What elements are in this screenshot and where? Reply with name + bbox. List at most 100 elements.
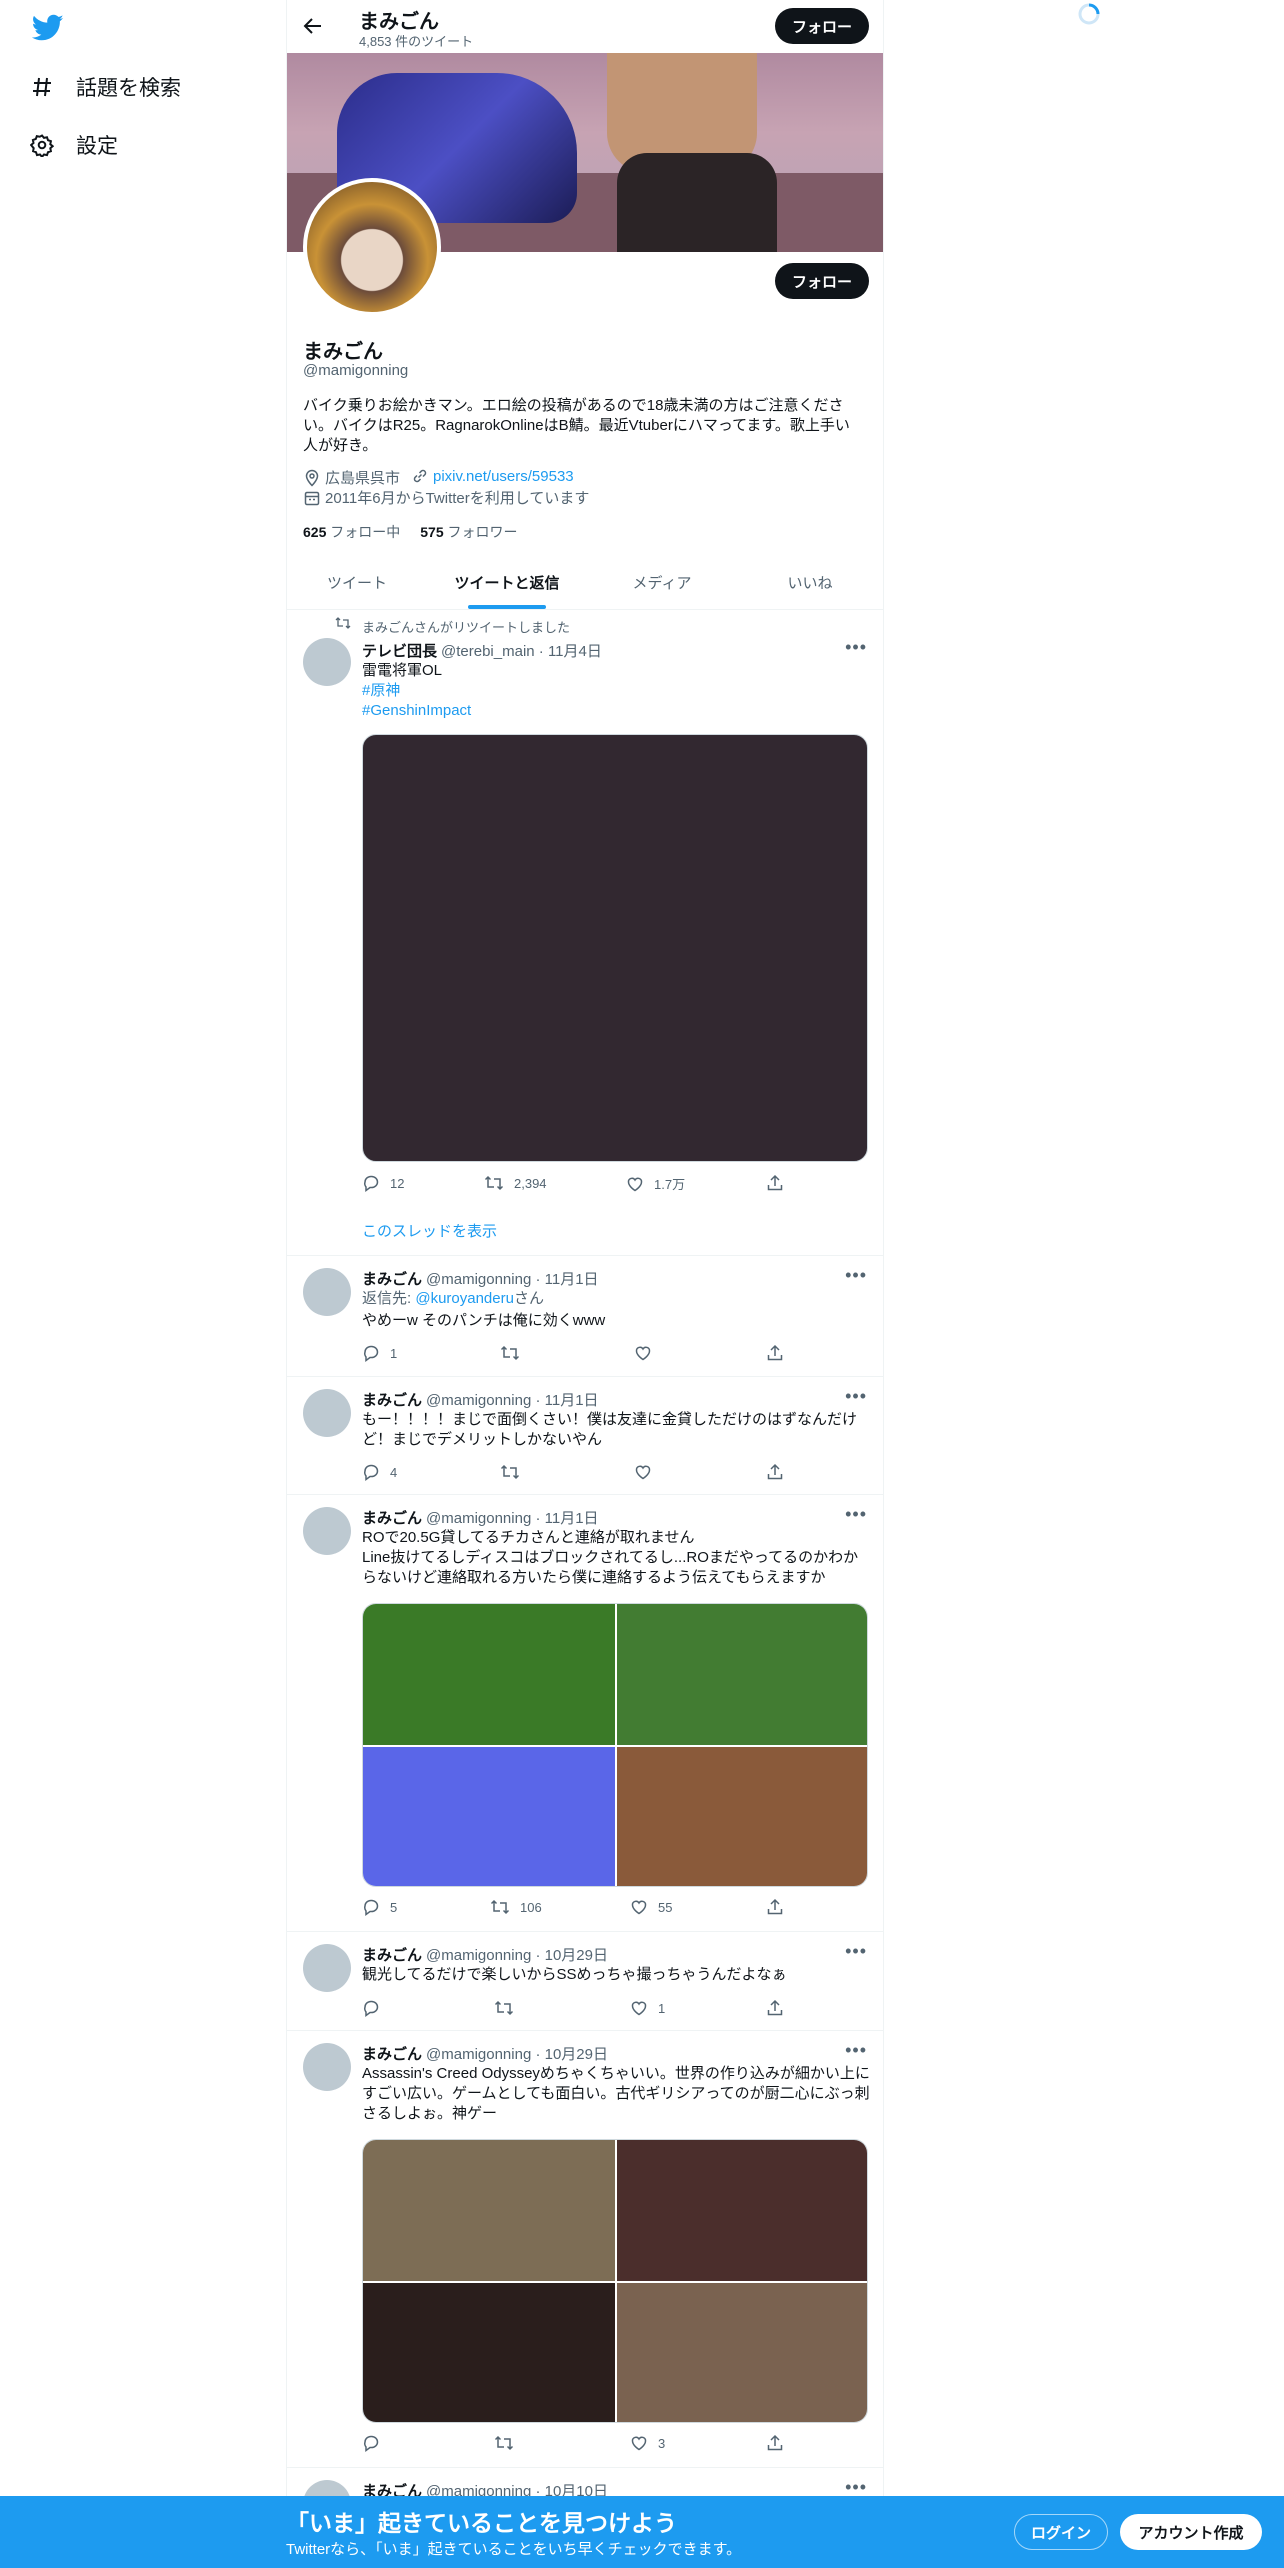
back-arrow-icon[interactable]: [303, 16, 323, 36]
avatar[interactable]: [303, 1507, 351, 1555]
tweet-media-image[interactable]: [363, 1747, 615, 1886]
tweet-item[interactable]: まみごん @mamigonning · 10月29日 ••• Assassin's…: [287, 2031, 883, 2468]
like-button[interactable]: 1: [630, 1999, 665, 2017]
share-button[interactable]: [766, 1463, 784, 1481]
nav-item-settings[interactable]: 設定: [30, 130, 118, 160]
retweet-icon: [484, 1174, 504, 1192]
show-thread-link[interactable]: このスレッドを表示: [362, 1220, 497, 1241]
hashtag-link[interactable]: #原神: [362, 681, 872, 701]
more-icon[interactable]: •••: [845, 2477, 867, 2498]
login-button[interactable]: ログイン: [1014, 2514, 1108, 2550]
reply-icon: [362, 1898, 380, 1916]
tweet-meta: @mamigonning · 10月29日: [426, 1947, 608, 1964]
tweet-author-name[interactable]: まみごん: [362, 1271, 422, 1288]
nav-item-explore[interactable]: 話題を検索: [30, 72, 181, 102]
share-button[interactable]: [766, 1898, 784, 1916]
retweet-icon: [500, 1344, 520, 1362]
avatar[interactable]: [303, 638, 351, 686]
reply-icon: [362, 1463, 380, 1481]
tweet-item[interactable]: まみごん @mamigonning · 10月29日 ••• 観光してるだけで楽し…: [287, 1932, 883, 2031]
profile-joined-text: 2011年6月からTwitterを利用しています: [325, 490, 590, 507]
more-icon[interactable]: •••: [845, 1386, 867, 1407]
share-button[interactable]: [766, 2434, 784, 2452]
tweet-media-image[interactable]: [617, 1747, 867, 1886]
tweet-media-image[interactable]: [617, 2140, 867, 2281]
like-icon: [630, 2434, 648, 2452]
reply-to-link[interactable]: @kuroyanderu: [415, 1290, 514, 1307]
tweet-meta: @mamigonning · 11月1日: [426, 1510, 599, 1527]
more-icon[interactable]: •••: [845, 1265, 867, 1286]
reply-context: 返信先: @kuroyanderuさん: [362, 1289, 872, 1309]
tweet-actions: 1: [362, 1344, 802, 1364]
tab-media[interactable]: メディア: [587, 555, 737, 609]
tweet-author-name[interactable]: まみごん: [362, 1947, 422, 1964]
following-stat[interactable]: 625 フォロー中: [303, 522, 400, 542]
signup-button[interactable]: アカウント作成: [1120, 2514, 1262, 2550]
reply-count: 12: [390, 1175, 405, 1191]
reply-button[interactable]: [362, 1999, 390, 2017]
profile-avatar[interactable]: [303, 178, 441, 316]
tab-likes[interactable]: いいね: [737, 555, 883, 609]
tweet-media-image[interactable]: [362, 734, 868, 1162]
tab-tweets[interactable]: ツイート: [287, 555, 427, 609]
share-button[interactable]: [766, 1344, 784, 1362]
like-button[interactable]: 1.7万: [626, 1174, 685, 1193]
retweet-icon: [500, 1463, 520, 1481]
tweet-media-image[interactable]: [363, 2140, 615, 2281]
tweet-media-image[interactable]: [617, 2283, 867, 2422]
followers-count: 575: [420, 524, 444, 540]
reply-icon: [362, 1174, 380, 1192]
reply-button[interactable]: 12: [362, 1174, 404, 1192]
share-button[interactable]: [766, 1999, 784, 2017]
tweet-author-name[interactable]: テレビ団長: [362, 643, 437, 660]
followers-stat[interactable]: 575 フォロワー: [420, 522, 517, 542]
profile-website-link[interactable]: pixiv.net/users/59533: [433, 468, 574, 485]
tweet-media-image[interactable]: [617, 1604, 867, 1745]
avatar[interactable]: [303, 1944, 351, 1992]
more-icon[interactable]: •••: [845, 2040, 867, 2061]
share-button[interactable]: [766, 1174, 784, 1192]
like-button[interactable]: 3: [630, 2434, 665, 2452]
reply-count: 1: [390, 1345, 398, 1361]
retweet-button[interactable]: 106: [490, 1898, 542, 1916]
avatar[interactable]: [303, 2043, 351, 2091]
tweet-author-name[interactable]: まみごん: [362, 2046, 422, 2063]
retweet-button[interactable]: [500, 1344, 530, 1362]
like-count: 55: [658, 1899, 673, 1915]
retweet-button[interactable]: 2,394: [484, 1174, 547, 1192]
more-icon[interactable]: •••: [845, 1504, 867, 1525]
reply-button[interactable]: [362, 2434, 390, 2452]
tweet-author-name[interactable]: まみごん: [362, 1392, 422, 1409]
twitter-logo-icon[interactable]: [32, 14, 64, 42]
tab-tweets-and-replies[interactable]: ツイートと返信: [427, 555, 587, 609]
like-button[interactable]: 55: [630, 1898, 672, 1916]
hashtag-link[interactable]: #GenshinImpact: [362, 701, 872, 721]
retweet-button[interactable]: [500, 1463, 530, 1481]
avatar[interactable]: [303, 1389, 351, 1437]
more-icon[interactable]: •••: [845, 637, 867, 658]
reply-button[interactable]: 5: [362, 1898, 397, 1916]
like-button[interactable]: [634, 1344, 662, 1362]
tweet-header: まみごん @mamigonning · 11月1日: [362, 1389, 599, 1410]
tweet-item[interactable]: まみごん @mamigonning · 11月1日 ••• ROで20.5G貸して…: [287, 1495, 883, 1932]
profile-follow-button[interactable]: フォロー: [775, 263, 869, 299]
tweet-author-name[interactable]: まみごん: [362, 1510, 422, 1527]
tweet-media-image[interactable]: [363, 2283, 615, 2422]
profile-website[interactable]: pixiv.net/users/59533: [411, 467, 574, 485]
tweet-item[interactable]: まみごんさんがリツイートしました テレビ団長 @terebi_main · 11月…: [287, 610, 883, 1256]
more-icon[interactable]: •••: [845, 1941, 867, 1962]
profile-handle: @mamigonning: [303, 362, 409, 379]
tweet-item[interactable]: まみごん @mamigonning · 11月1日 ••• もー！！！！まじで面倒…: [287, 1377, 883, 1495]
reply-button[interactable]: 4: [362, 1463, 397, 1481]
reply-button[interactable]: 1: [362, 1344, 397, 1362]
left-navigation: 話題を検索 設定: [0, 0, 286, 2568]
retweet-button[interactable]: [494, 2434, 524, 2452]
avatar[interactable]: [303, 1268, 351, 1316]
retweet-button[interactable]: [494, 1999, 524, 2017]
reply-icon: [362, 2434, 380, 2452]
tweet-media-image[interactable]: [363, 1604, 615, 1745]
like-button[interactable]: [634, 1463, 662, 1481]
tweet-actions: 12 2,394 1.7万: [362, 1174, 802, 1194]
header-follow-button[interactable]: フォロー: [775, 8, 869, 44]
tweet-item[interactable]: まみごん @mamigonning · 11月1日 ••• 返信先: @kuroy…: [287, 1256, 883, 1377]
